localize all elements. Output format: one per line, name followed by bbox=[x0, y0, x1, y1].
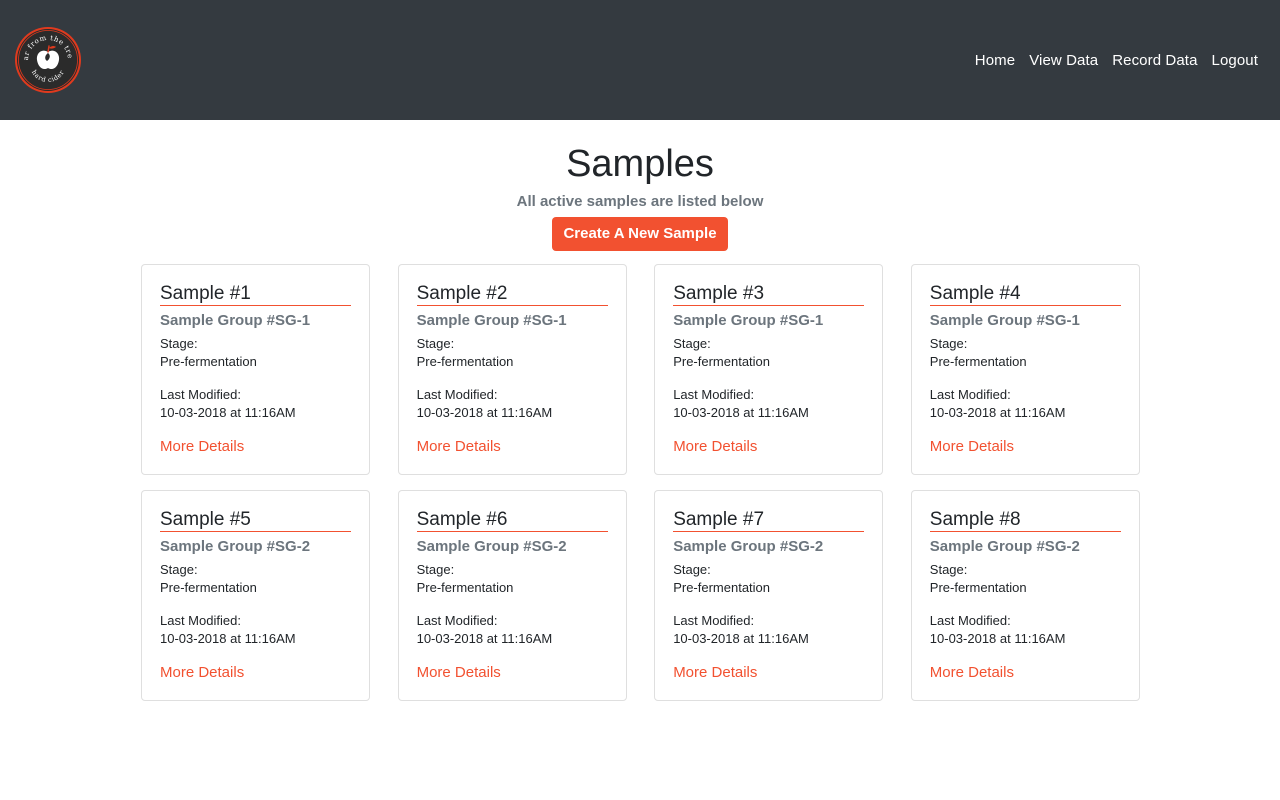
stage-value: Pre-fermentation bbox=[929, 580, 1027, 595]
sample-card: Sample #3 Sample Group #SG-1 Stage: Pre-… bbox=[654, 264, 884, 475]
more-details-link[interactable]: More Details bbox=[160, 437, 244, 457]
page-subtitle: All active samples are listed below bbox=[516, 193, 764, 210]
more-details-link[interactable]: More Details bbox=[417, 437, 501, 457]
last-modified-label: Last Modified: bbox=[416, 613, 498, 628]
sample-card: Sample #6 Sample Group #SG-2 Stage: Pre-… bbox=[397, 490, 627, 701]
sample-title: Sample #4 bbox=[929, 283, 1121, 306]
last-modified-value: 10-03-2018 at 11:16AM bbox=[416, 405, 553, 420]
last-modified-value: 10-03-2018 at 11:16AM bbox=[673, 631, 809, 646]
last-modified-label: Last Modified: bbox=[929, 387, 1011, 402]
last-modified-label: Last Modified: bbox=[673, 387, 755, 402]
samples-grid: Sample #1 Sample Group #SG-1 Stage: Pre-… bbox=[141, 264, 1140, 701]
stage-label: Stage: bbox=[929, 336, 968, 351]
sample-group: Sample Group #SG-2 bbox=[673, 538, 824, 555]
more-details-link[interactable]: More Details bbox=[417, 663, 501, 683]
navbar: far from the tree hard cider Home View D… bbox=[0, 0, 1280, 120]
sample-group: Sample Group #SG-1 bbox=[929, 312, 1080, 329]
nav-logout[interactable]: Logout bbox=[1212, 50, 1258, 72]
sample-title: Sample #5 bbox=[160, 509, 351, 532]
stage-value: Pre-fermentation bbox=[673, 580, 771, 595]
last-modified-value: 10-03-2018 at 11:16AM bbox=[929, 405, 1066, 420]
page-header: Samples All active samples are listed be… bbox=[0, 140, 1280, 251]
more-details-link[interactable]: More Details bbox=[160, 663, 244, 683]
nav-view-data[interactable]: View Data bbox=[1029, 50, 1098, 72]
last-modified-label: Last Modified: bbox=[673, 613, 755, 628]
more-details-link[interactable]: More Details bbox=[673, 437, 757, 457]
stage-value: Pre-fermentation bbox=[673, 354, 771, 369]
last-modified-label: Last Modified: bbox=[929, 613, 1011, 628]
more-details-link[interactable]: More Details bbox=[673, 663, 757, 683]
stage-label: Stage: bbox=[673, 336, 711, 351]
sample-title: Sample #6 bbox=[416, 509, 608, 532]
sample-card: Sample #1 Sample Group #SG-1 Stage: Pre-… bbox=[141, 264, 370, 475]
apple-logo-icon: far from the tree hard cider bbox=[14, 26, 81, 93]
sample-card: Sample #2 Sample Group #SG-1 Stage: Pre-… bbox=[397, 264, 627, 475]
sample-group: Sample Group #SG-1 bbox=[160, 312, 311, 329]
sample-card: Sample #4 Sample Group #SG-1 Stage: Pre-… bbox=[910, 264, 1140, 475]
stage-label: Stage: bbox=[673, 562, 711, 577]
stage-value: Pre-fermentation bbox=[929, 354, 1027, 369]
sample-group: Sample Group #SG-1 bbox=[416, 312, 567, 329]
stage-label: Stage: bbox=[416, 336, 455, 351]
last-modified-value: 10-03-2018 at 11:16AM bbox=[160, 405, 296, 420]
sample-title: Sample #2 bbox=[416, 283, 608, 306]
create-new-sample-button[interactable]: Create A New Sample bbox=[552, 217, 728, 251]
sample-group: Sample Group #SG-1 bbox=[673, 312, 824, 329]
page-title: Samples bbox=[566, 143, 714, 185]
more-details-link[interactable]: More Details bbox=[930, 437, 1014, 457]
sample-group: Sample Group #SG-2 bbox=[929, 538, 1080, 555]
sample-card: Sample #5 Sample Group #SG-2 Stage: Pre-… bbox=[141, 490, 370, 701]
stage-value: Pre-fermentation bbox=[416, 354, 514, 369]
brand-logo[interactable]: far from the tree hard cider bbox=[14, 26, 82, 94]
stage-value: Pre-fermentation bbox=[160, 580, 257, 595]
more-details-link[interactable]: More Details bbox=[930, 663, 1014, 683]
stage-label: Stage: bbox=[160, 336, 198, 351]
last-modified-label: Last Modified: bbox=[160, 613, 241, 628]
last-modified-value: 10-03-2018 at 11:16AM bbox=[160, 631, 296, 646]
sample-title: Sample #3 bbox=[673, 283, 865, 306]
nav-links: Home View Data Record Data Logout bbox=[961, 50, 1258, 72]
last-modified-label: Last Modified: bbox=[416, 387, 498, 402]
last-modified-value: 10-03-2018 at 11:16AM bbox=[929, 631, 1066, 646]
nav-record-data[interactable]: Record Data bbox=[1112, 50, 1197, 72]
stage-label: Stage: bbox=[160, 562, 198, 577]
sample-title: Sample #1 bbox=[160, 283, 351, 306]
sample-group: Sample Group #SG-2 bbox=[416, 538, 567, 555]
sample-card: Sample #8 Sample Group #SG-2 Stage: Pre-… bbox=[910, 490, 1140, 701]
sample-title: Sample #8 bbox=[929, 509, 1121, 532]
sample-card: Sample #7 Sample Group #SG-2 Stage: Pre-… bbox=[654, 490, 884, 701]
nav-home[interactable]: Home bbox=[975, 50, 1015, 72]
stage-label: Stage: bbox=[929, 562, 968, 577]
last-modified-value: 10-03-2018 at 11:16AM bbox=[416, 631, 553, 646]
last-modified-label: Last Modified: bbox=[160, 387, 241, 402]
sample-group: Sample Group #SG-2 bbox=[160, 538, 311, 555]
stage-value: Pre-fermentation bbox=[160, 354, 257, 369]
last-modified-value: 10-03-2018 at 11:16AM bbox=[673, 405, 809, 420]
stage-value: Pre-fermentation bbox=[416, 580, 514, 595]
stage-label: Stage: bbox=[416, 562, 455, 577]
sample-title: Sample #7 bbox=[673, 509, 865, 532]
